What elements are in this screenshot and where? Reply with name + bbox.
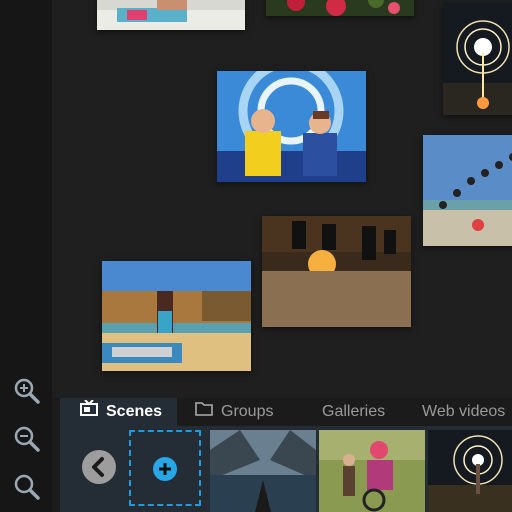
tab-label: Scenes xyxy=(106,403,163,421)
photo-flowers[interactable] xyxy=(266,0,414,16)
tab-web-videos[interactable]: Web videos xyxy=(422,398,512,426)
add-scene-button[interactable] xyxy=(153,457,177,481)
scene-strip xyxy=(60,426,512,512)
zoom-out-icon xyxy=(14,426,40,452)
photo-canvas[interactable] xyxy=(52,0,512,398)
zoom-in-button[interactable] xyxy=(12,376,42,406)
add-scene-slot[interactable] xyxy=(129,430,201,506)
zoom-out-button[interactable] xyxy=(12,424,42,454)
photo-skydivers[interactable] xyxy=(262,216,411,327)
scene-thumbnail[interactable] xyxy=(428,430,512,512)
back-button[interactable] xyxy=(82,450,116,484)
bottom-panel: Scenes Groups Galleries Web videos xyxy=(52,398,512,512)
photo-beach-towel[interactable] xyxy=(97,0,245,30)
chevron-left-icon xyxy=(92,457,104,477)
photo-jumping-people[interactable] xyxy=(423,135,512,246)
zoom-in-icon xyxy=(14,378,40,404)
scenes-icon xyxy=(80,398,98,426)
plus-icon xyxy=(159,463,171,475)
tab-groups[interactable]: Groups xyxy=(195,398,295,426)
tab-galleries[interactable]: Galleries xyxy=(322,398,402,426)
left-sidebar xyxy=(0,0,52,512)
zoom-fit-button[interactable] xyxy=(12,472,42,502)
tab-label: Groups xyxy=(221,403,274,421)
tab-bar: Scenes Groups Galleries Web videos xyxy=(60,398,512,426)
photo-rollercoaster[interactable] xyxy=(217,71,366,182)
photo-woman-beach[interactable] xyxy=(102,261,251,371)
scene-thumbnail[interactable] xyxy=(210,430,316,512)
photo-sparkler-night[interactable] xyxy=(443,3,512,115)
tab-label: Web videos xyxy=(422,403,506,420)
zoom-icon xyxy=(14,474,40,500)
folder-icon xyxy=(195,398,213,426)
tab-label: Galleries xyxy=(322,403,386,420)
tab-scenes[interactable]: Scenes xyxy=(60,398,177,426)
scene-thumbnail[interactable] xyxy=(319,430,425,512)
